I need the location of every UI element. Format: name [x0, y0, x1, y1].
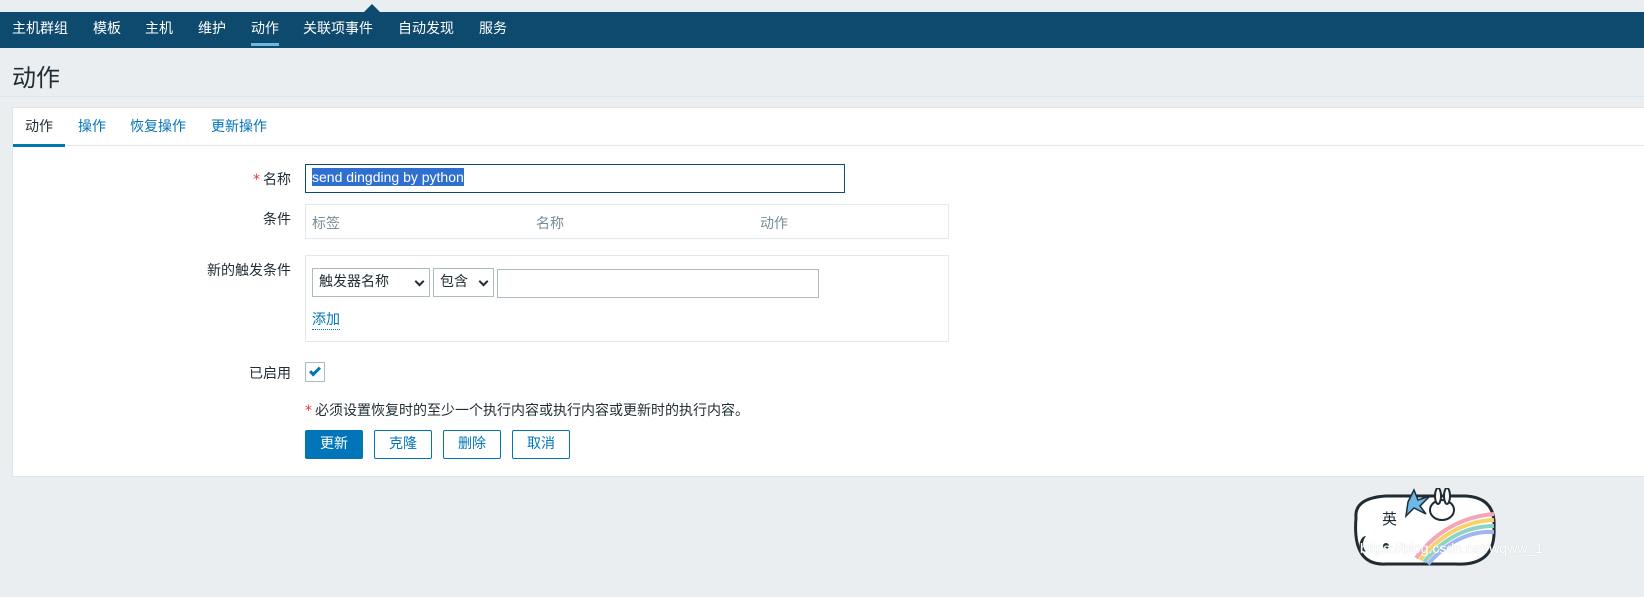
conditions-table: 标签 名称 动作: [305, 204, 949, 239]
cancel-button[interactable]: 取消: [512, 430, 570, 459]
name-input[interactable]: send dingding by python: [305, 164, 845, 193]
new-condition-box: 触发器名称 包含 添加: [305, 255, 949, 342]
condition-type-select[interactable]: 触发器名称: [312, 268, 430, 297]
top-nav-bar: 主机群组 模板 主机 维护 动作 关联项事件 自动发现 服务: [0, 4, 1644, 48]
condition-operator-select[interactable]: 包含: [433, 268, 494, 297]
chevron-down-icon: [414, 276, 425, 287]
action-form-panel: 动作 操作 恢复操作 更新操作 * 名称 send dingding by pyt…: [12, 107, 1644, 477]
nav-item-host-groups[interactable]: 主机群组: [12, 12, 68, 48]
conditions-header-name: 名称: [536, 216, 564, 232]
required-asterisk: *: [253, 172, 260, 188]
form-tabs: 动作 操作 恢复操作 更新操作: [13, 108, 1644, 147]
nav-item-actions[interactable]: 动作: [251, 12, 279, 48]
name-input-value: send dingding by python: [312, 168, 464, 186]
update-button[interactable]: 更新: [305, 430, 363, 459]
name-label-row: * 名称: [253, 169, 291, 189]
nav-caret-indicator: [364, 4, 380, 12]
add-condition-link[interactable]: 添加: [312, 311, 340, 330]
chevron-down-icon: [478, 276, 489, 287]
title-divider: [0, 96, 1644, 97]
nav-item-services[interactable]: 服务: [479, 12, 507, 48]
nav-item-maintenance[interactable]: 维护: [198, 12, 226, 48]
nav-item-hosts[interactable]: 主机: [145, 12, 173, 48]
page-title: 动作: [12, 64, 60, 92]
mascot-sticker-icon: [1354, 488, 1496, 566]
condition-operator-value: 包含: [440, 274, 468, 290]
required-note: * 必须设置恢复时的至少一个执行内容或执行内容或更新时的执行内容。: [305, 400, 749, 420]
nav-item-templates[interactable]: 模板: [93, 12, 121, 48]
tab-recovery-operations[interactable]: 恢复操作: [118, 108, 198, 146]
watermark-url: https://blog.csdn.net/wqww_1: [1360, 540, 1543, 556]
condition-value-input[interactable]: [497, 269, 819, 298]
required-asterisk: *: [305, 403, 312, 419]
enabled-label: 已启用: [249, 366, 291, 382]
condition-type-value: 触发器名称: [319, 274, 389, 290]
nav-item-discovery[interactable]: 自动发现: [398, 12, 454, 48]
new-condition-label: 新的触发条件: [207, 263, 291, 279]
nav-item-correlations[interactable]: 关联项事件: [303, 12, 373, 48]
conditions-header-label: 标签: [312, 216, 340, 232]
checkmark-icon: [308, 364, 322, 377]
tab-operations[interactable]: 操作: [66, 108, 118, 146]
conditions-header-action: 动作: [760, 216, 788, 232]
required-note-text: 必须设置恢复时的至少一个执行内容或执行内容或更新时的执行内容。: [315, 403, 749, 419]
tab-update-operations[interactable]: 更新操作: [199, 108, 279, 146]
conditions-label: 条件: [263, 212, 291, 228]
mascot-character: 英: [1382, 510, 1398, 528]
name-label: 名称: [263, 172, 291, 188]
tab-action[interactable]: 动作: [13, 108, 65, 147]
clone-button[interactable]: 克隆: [374, 430, 432, 459]
enabled-checkbox[interactable]: [305, 362, 325, 382]
delete-button[interactable]: 删除: [443, 430, 501, 459]
